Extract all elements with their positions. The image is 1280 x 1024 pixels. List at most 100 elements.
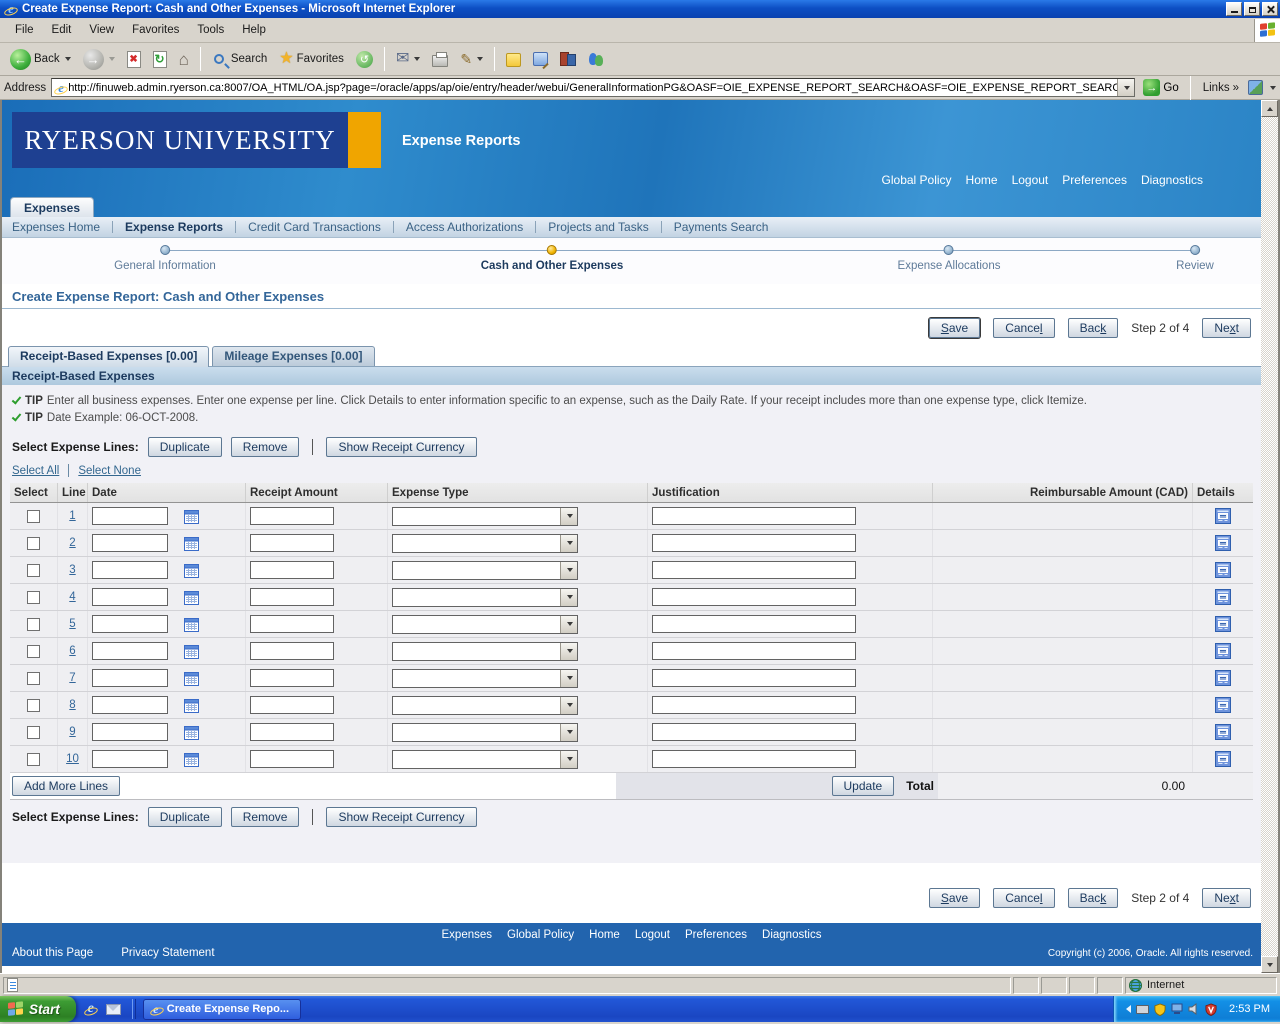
details-icon[interactable] [1215,562,1231,578]
link-preferences[interactable]: Preferences [1062,173,1127,187]
row-select-checkbox[interactable] [27,753,40,766]
duplicate-button[interactable]: Duplicate [148,807,222,827]
row-select-checkbox[interactable] [27,726,40,739]
addressbar-extension-icon[interactable] [1248,80,1263,95]
justification-input[interactable] [652,615,856,633]
date-input[interactable] [92,696,168,714]
line-number-link[interactable]: 1 [69,510,75,522]
justification-input[interactable] [652,696,856,714]
subnav-payments-search[interactable]: Payments Search [674,220,769,234]
receipt-amount-input[interactable] [250,588,334,606]
date-input[interactable] [92,615,168,633]
date-input[interactable] [92,669,168,687]
row-select-checkbox[interactable] [27,645,40,658]
line-number-link[interactable]: 10 [66,753,79,765]
scroll-up-button[interactable] [1261,100,1278,117]
extension-dropdown-icon[interactable] [1270,86,1276,90]
subnav-expenses-home[interactable]: Expenses Home [12,220,100,234]
receipt-amount-input[interactable] [250,534,334,552]
next-button[interactable]: Next [1202,888,1251,908]
line-number-link[interactable]: 5 [69,618,75,630]
menu-view[interactable]: View [80,21,123,39]
menu-help[interactable]: Help [233,21,275,39]
calendar-picker-icon[interactable] [184,617,199,632]
refresh-button[interactable]: ↻ [149,49,171,70]
printer-tray-icon[interactable] [1136,1005,1149,1014]
line-number-link[interactable]: 3 [69,564,75,576]
date-input[interactable] [92,642,168,660]
calendar-picker-icon[interactable] [184,725,199,740]
address-input[interactable]: e http://finuweb.admin.ryerson.ca:8007/O… [51,78,1135,97]
details-icon[interactable] [1215,616,1231,632]
select-none-link[interactable]: Select None [78,465,141,477]
restore-button[interactable] [1244,2,1260,16]
go-button[interactable]: → Go [1140,78,1181,97]
calendar-picker-icon[interactable] [184,671,199,686]
calendar-picker-icon[interactable] [184,536,199,551]
line-number-link[interactable]: 2 [69,537,75,549]
quick-launch-ie-icon[interactable]: e [84,1002,98,1016]
receipt-amount-input[interactable] [250,507,334,525]
date-input[interactable] [92,561,168,579]
details-icon[interactable] [1215,670,1231,686]
home-button[interactable]: ⌂ [175,49,193,70]
expense-type-select[interactable] [392,696,578,715]
show-receipt-currency-button[interactable]: Show Receipt Currency [326,807,476,827]
update-button[interactable]: Update [832,776,895,796]
history-button[interactable]: ↺ [352,49,377,70]
expense-type-select[interactable] [392,615,578,634]
details-icon[interactable] [1215,643,1231,659]
calendar-picker-icon[interactable] [184,752,199,767]
privacy-statement-link[interactable]: Privacy Statement [121,947,214,959]
calendar-picker-icon[interactable] [184,563,199,578]
save-button[interactable]: Save [929,318,980,338]
train-step-general-information[interactable]: General Information [114,245,216,272]
taskbar-handle[interactable] [132,999,136,1019]
tab-mileage-expenses[interactable]: Mileage Expenses [0.00] [212,346,374,366]
back-button-page[interactable]: Back [1068,318,1119,338]
calendar-picker-icon[interactable] [184,644,199,659]
menu-tools[interactable]: Tools [188,21,233,39]
justification-input[interactable] [652,507,856,525]
about-this-page-link[interactable]: About this Page [12,947,93,959]
line-number-link[interactable]: 8 [69,699,75,711]
address-dropdown-button[interactable] [1117,79,1134,96]
search-button[interactable]: Search [208,50,271,68]
add-more-lines-button[interactable]: Add More Lines [12,776,120,796]
subnav-expense-reports[interactable]: Expense Reports [125,220,223,234]
select-dropdown-icon[interactable] [560,535,577,552]
select-dropdown-icon[interactable] [560,751,577,768]
footer-link-global-policy[interactable]: Global Policy [507,929,574,941]
receipt-amount-input[interactable] [250,561,334,579]
back-button[interactable]: ← Back [6,47,75,72]
details-icon[interactable] [1215,724,1231,740]
stop-button[interactable]: ✖ [123,49,145,70]
train-step-cash-and-other-expenses[interactable]: Cash and Other Expenses [481,245,624,272]
train-step-expense-allocations[interactable]: Expense Allocations [898,245,1001,272]
row-select-checkbox[interactable] [27,699,40,712]
antivirus-shield-icon[interactable] [1205,1003,1217,1016]
receipt-amount-input[interactable] [250,669,334,687]
expense-type-select[interactable] [392,507,578,526]
tab-receipt-based-expenses[interactable]: Receipt-Based Expenses [0.00] [8,346,209,367]
link-logout[interactable]: Logout [1012,173,1049,187]
tab-expenses[interactable]: Expenses [10,197,94,217]
research-button[interactable] [556,51,580,68]
save-button[interactable]: Save [929,888,980,908]
expense-type-select[interactable] [392,642,578,661]
network-tray-icon[interactable] [1171,1003,1183,1015]
link-global-policy[interactable]: Global Policy [882,173,952,187]
date-input[interactable] [92,750,168,768]
back-dropdown-icon[interactable] [65,57,71,61]
task-button-create-expense-report[interactable]: e Create Expense Repo... [143,999,301,1020]
select-dropdown-icon[interactable] [560,643,577,660]
menu-file[interactable]: File [6,21,43,39]
row-select-checkbox[interactable] [27,672,40,685]
row-select-checkbox[interactable] [27,591,40,604]
minimize-button[interactable] [1226,2,1242,16]
date-input[interactable] [92,534,168,552]
justification-input[interactable] [652,750,856,768]
remove-button[interactable]: Remove [231,437,300,457]
select-dropdown-icon[interactable] [560,724,577,741]
messenger-button[interactable] [584,50,608,68]
